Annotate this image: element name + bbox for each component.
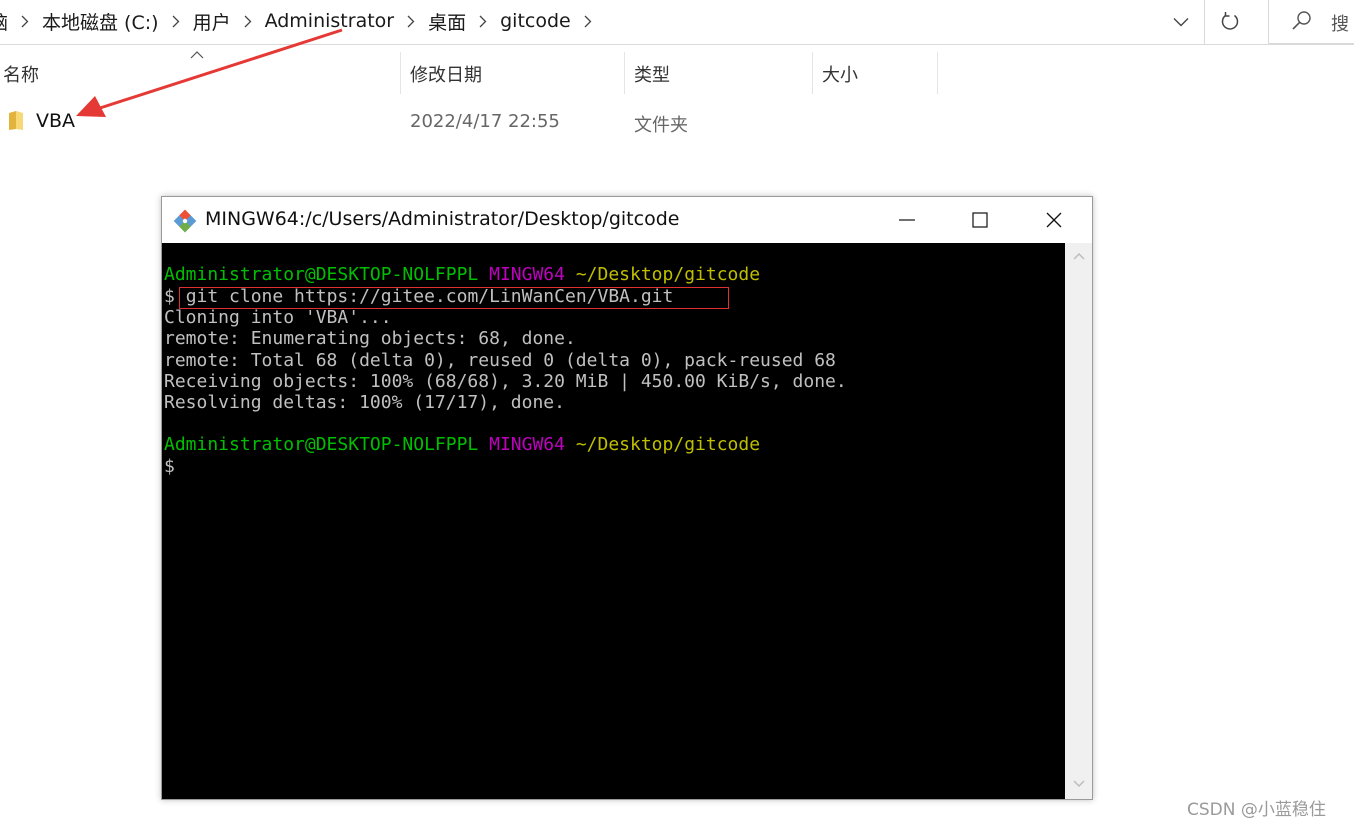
chevron-right-icon[interactable]: [584, 15, 592, 28]
chevron-right-icon[interactable]: [407, 15, 415, 28]
column-divider[interactable]: [400, 52, 401, 94]
output-line: remote: Total 68 (delta 0), reused 0 (de…: [164, 350, 836, 371]
prompt-user: Administrator@DESKTOP-NOLFPPL: [164, 264, 479, 285]
scrollbar[interactable]: [1065, 243, 1092, 799]
file-modified-date: 2022/4/17 22:55: [410, 111, 560, 132]
chevron-down-icon: [1173, 18, 1189, 27]
annotation-arrow: [76, 28, 343, 117]
output-line: Resolving deltas: 100% (17/17), done.: [164, 392, 565, 413]
prompt-path: ~/Desktop/gitcode: [575, 264, 761, 285]
column-divider[interactable]: [624, 52, 625, 94]
close-button[interactable]: [1025, 197, 1083, 243]
output-line: remote: Enumerating objects: 68, done.: [164, 328, 576, 349]
refresh-button[interactable]: [1216, 8, 1244, 36]
scroll-down-button[interactable]: [1065, 775, 1092, 793]
chevron-down-icon: [1073, 780, 1084, 787]
chevron-up-icon: [1073, 253, 1084, 260]
terminal-output[interactable]: Administrator@DESKTOP-NOLFPPL MINGW64 ~/…: [162, 243, 1065, 799]
search-icon: [1292, 11, 1311, 30]
window-title: MINGW64:/c/Users/Administrator/Desktop/g…: [205, 208, 680, 230]
refresh-icon: [1221, 12, 1239, 30]
prompt-symbol: $: [164, 456, 175, 477]
column-header-type[interactable]: 类型: [634, 52, 670, 96]
prompt-system: MINGW64: [489, 434, 565, 455]
column-divider[interactable]: [812, 52, 813, 94]
mingw64-window: MINGW64:/c/Users/Administrator/Desktop/g…: [161, 196, 1093, 800]
watermark: CSDN @小蓝稳住: [1187, 800, 1326, 820]
prompt-user: Administrator@DESKTOP-NOLFPPL: [164, 434, 479, 455]
scroll-up-button[interactable]: [1065, 247, 1092, 265]
file-type: 文件夹: [634, 115, 688, 136]
address-dropdown-button[interactable]: [1168, 10, 1194, 34]
window-titlebar[interactable]: MINGW64:/c/Users/Administrator/Desktop/g…: [162, 197, 1092, 243]
command-highlight-box: [179, 287, 729, 309]
prompt-system: MINGW64: [489, 264, 565, 285]
search-placeholder: 搜: [1331, 14, 1349, 35]
prompt-line: Administrator@DESKTOP-NOLFPPL MINGW64 ~/…: [164, 434, 760, 455]
minimize-icon: [899, 219, 915, 221]
column-divider[interactable]: [937, 52, 938, 94]
minimize-button[interactable]: [878, 197, 936, 243]
prompt-symbol: $: [164, 286, 175, 307]
output-line: Receiving objects: 100% (68/68), 3.20 Mi…: [164, 371, 847, 392]
close-icon: [1046, 212, 1062, 228]
chevron-right-icon[interactable]: [479, 15, 487, 28]
prompt-path: ~/Desktop/gitcode: [575, 434, 761, 455]
git-icon: [173, 209, 197, 233]
maximize-icon: [972, 212, 988, 228]
column-header-modified[interactable]: 修改日期: [410, 52, 482, 96]
output-line: Cloning into 'VBA'...: [164, 307, 392, 328]
search-input[interactable]: 搜: [1268, 0, 1354, 44]
address-divider: [1204, 0, 1205, 44]
breadcrumb-item-desktop[interactable]: 桌面: [428, 8, 466, 35]
maximize-button[interactable]: [951, 197, 1009, 243]
prompt-line: Administrator@DESKTOP-NOLFPPL MINGW64 ~/…: [164, 264, 760, 285]
breadcrumb-item-gitcode[interactable]: gitcode: [500, 10, 571, 32]
column-header-size[interactable]: 大小: [822, 52, 858, 96]
